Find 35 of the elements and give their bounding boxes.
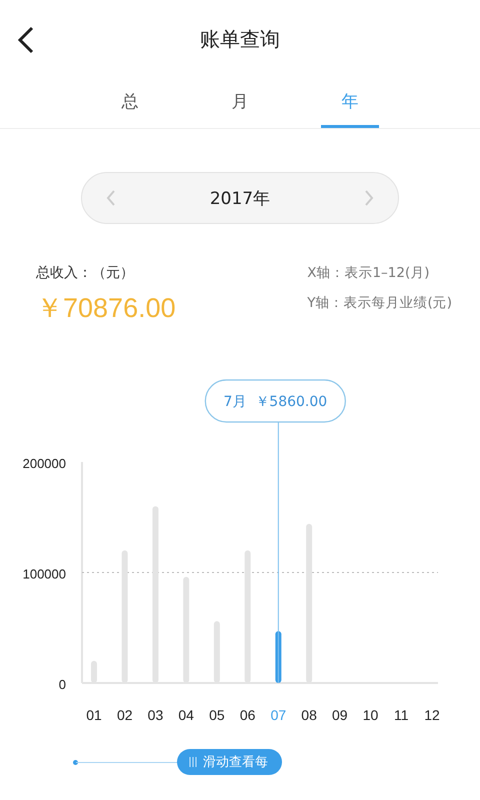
bar[interactable] — [214, 621, 220, 683]
x-tick-label: 08 — [301, 707, 317, 723]
bar[interactable] — [244, 550, 251, 683]
x-tick-label: 07 — [270, 707, 286, 723]
bar[interactable] — [183, 576, 190, 683]
x-tick-label: 05 — [209, 707, 225, 723]
x-tick-label: 04 — [178, 707, 194, 723]
y-tick-label: 200000 — [22, 456, 66, 471]
axis-note: Y轴：表示每月业绩(元) — [307, 294, 452, 312]
x-tick-label: 02 — [116, 707, 133, 723]
annotation: 7月 ￥5860.00 — [224, 394, 328, 410]
tab[interactable]: 月 — [211, 78, 269, 128]
tab[interactable]: 总 — [101, 78, 159, 128]
y-tick-label: 0 — [58, 677, 66, 692]
value-tooltip: 7月 ￥5860.00 — [204, 379, 346, 423]
bar[interactable] — [152, 506, 158, 683]
y-tick-label: 100000 — [22, 566, 66, 582]
x-tick-label: 01 — [86, 707, 102, 723]
grip-icon — [189, 757, 197, 767]
year-label: 2017年 — [210, 188, 270, 210]
next-icon[interactable] — [364, 189, 374, 207]
previous-icon[interactable] — [106, 189, 116, 207]
x-tick-label: 03 — [148, 707, 164, 723]
x-tick-label: 09 — [332, 707, 348, 723]
bar[interactable] — [91, 660, 97, 683]
x-tick-label: 10 — [362, 707, 378, 723]
bar[interactable] — [306, 524, 312, 683]
x-tick-label: 12 — [424, 707, 440, 723]
income-amount: ￥70876.00 — [36, 292, 176, 325]
x-tick-label: 11 — [394, 707, 409, 723]
axis-note: X轴：表示1–12(月) — [307, 264, 431, 282]
page-title: 账单查询 — [200, 26, 280, 52]
bar[interactable] — [122, 550, 128, 683]
income-label: 总收入：（元） — [36, 264, 135, 282]
x-tick-label: 06 — [240, 707, 256, 723]
